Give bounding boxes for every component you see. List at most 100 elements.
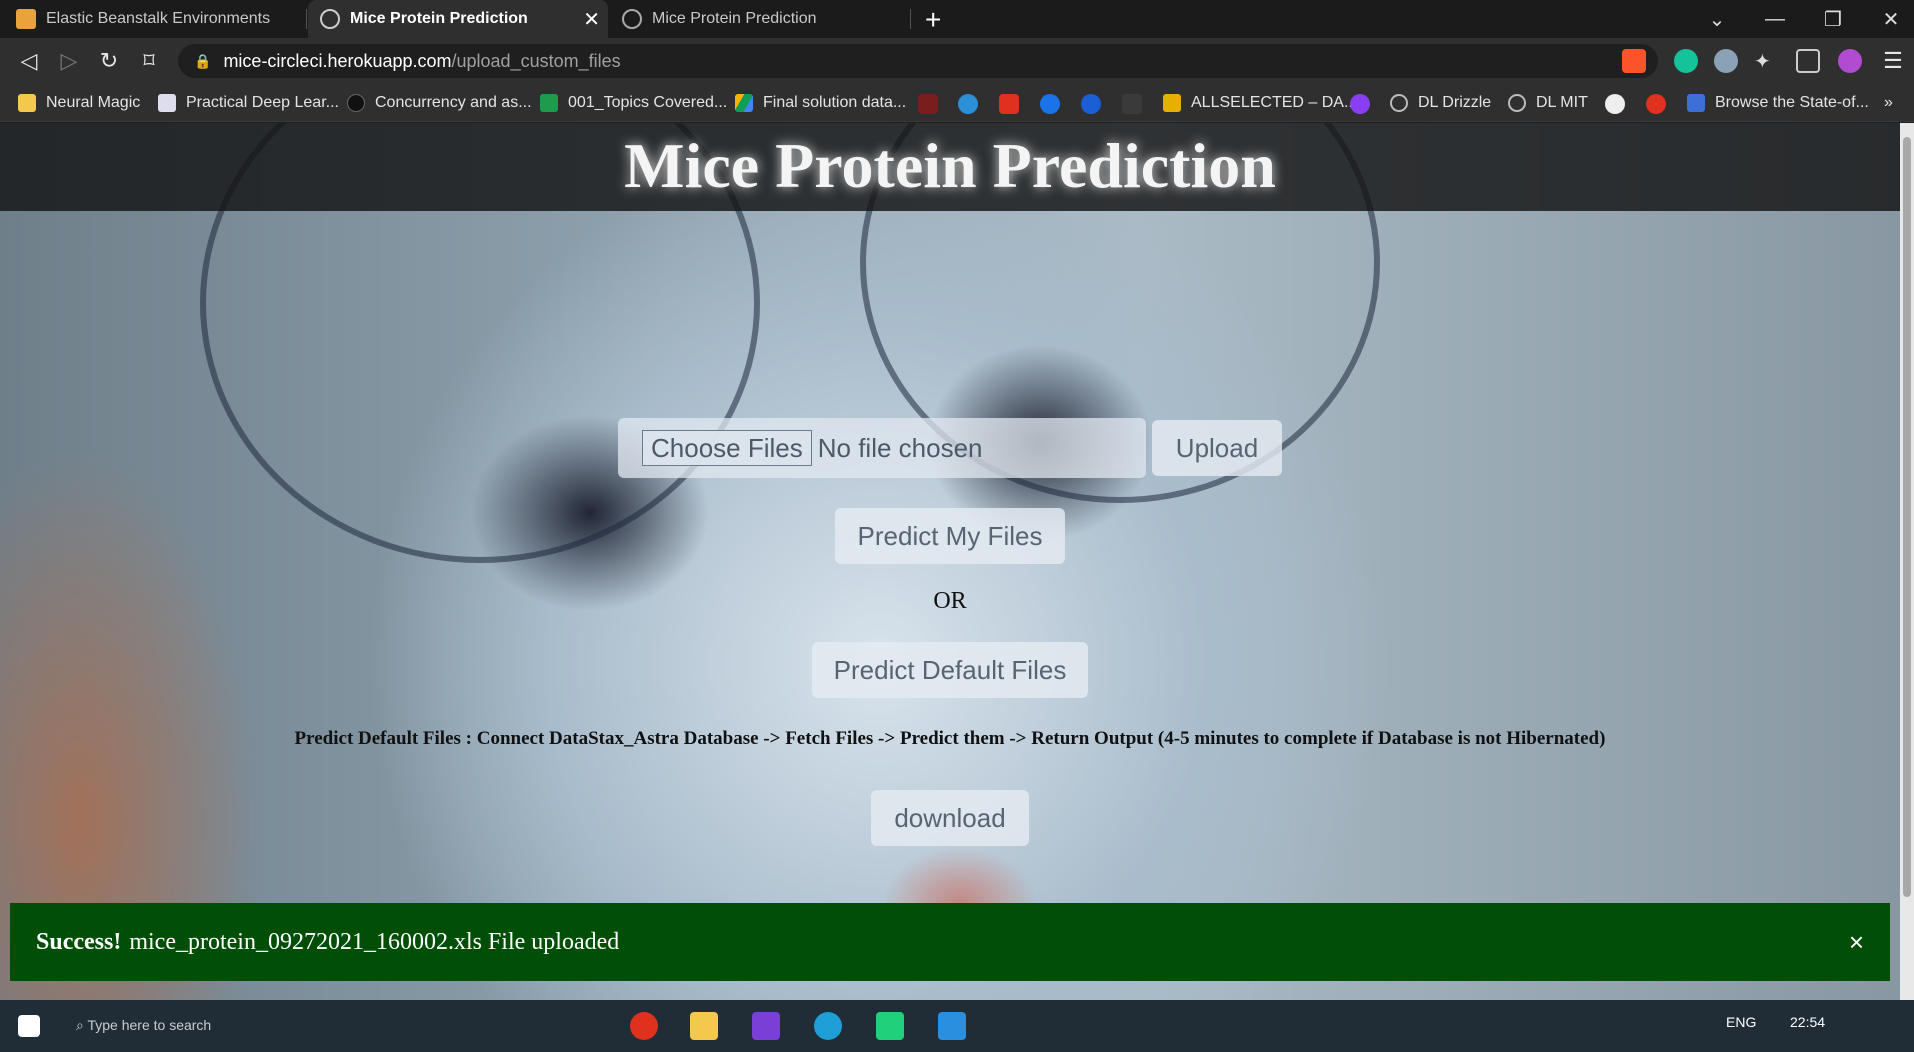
back-arrow-icon[interactable]: ◁ <box>16 48 42 74</box>
file-explorer-icon[interactable] <box>690 1012 718 1040</box>
s-icon[interactable] <box>1040 94 1060 114</box>
grammarly-icon[interactable] <box>1674 49 1698 73</box>
window-close-icon[interactable]: ✕ <box>1866 0 1914 38</box>
windows-taskbar: ⌕ Type here to search ENG 22:54 <box>0 1000 1914 1052</box>
predict-default-files-button[interactable]: Predict Default Files <box>812 642 1088 698</box>
pdf-icon[interactable] <box>918 94 938 114</box>
extension-icon[interactable] <box>1714 49 1738 73</box>
minimize-icon[interactable]: — <box>1750 0 1800 38</box>
or-separator: OR <box>933 588 967 614</box>
page-icon <box>158 94 176 112</box>
menu-icon[interactable]: ☰ <box>1880 48 1906 74</box>
c-icon[interactable] <box>999 94 1019 114</box>
bookmark-dl-drizzle[interactable]: DL Drizzle <box>1390 84 1491 122</box>
edx-icon[interactable] <box>1122 94 1142 114</box>
predict-default-description: Predict Default Files : Connect DataStax… <box>294 728 1606 749</box>
tab-search-chevron-icon[interactable]: ⌄ <box>1692 0 1742 38</box>
globe-icon[interactable] <box>958 94 978 114</box>
vscode-icon[interactable] <box>938 1012 966 1040</box>
tab-elastic-beanstalk[interactable]: Elastic Beanstalk Environments <box>4 0 304 38</box>
page-scrollbar[interactable] <box>1900 123 1914 1000</box>
bookmark-browse-state-of-art[interactable]: Browse the State-of... <box>1687 84 1869 122</box>
bookmark-label: ALLSELECTED – DA... <box>1191 94 1358 111</box>
bookmark-label: Final solution data... <box>763 94 907 111</box>
lock-icon: 🔒 <box>194 52 212 69</box>
tab-mice-protein-2[interactable]: Mice Protein Prediction <box>610 0 910 38</box>
upload-button[interactable]: Upload <box>1152 420 1282 476</box>
choose-files-button[interactable]: Choose Files <box>642 430 812 466</box>
bookmark-icon[interactable]: ⌑ <box>136 48 162 74</box>
bookmark-label: DL MIT <box>1536 94 1588 111</box>
browser-toolbar: ◁ ▷ ↻ ⌑ 🔒 mice-circleci.herokuapp.com/up… <box>0 38 1914 84</box>
circle-icon <box>347 94 365 112</box>
page-title: Mice Protein Prediction <box>624 130 1276 201</box>
box-icon <box>16 9 36 29</box>
brave-taskbar-icon[interactable] <box>630 1012 658 1040</box>
scrollbar-thumb[interactable] <box>1903 137 1911 897</box>
taskbar-search-placeholder: Type here to search <box>87 1017 212 1033</box>
tab-label: Mice Protein Prediction <box>652 10 817 27</box>
chart-icon <box>1687 94 1705 112</box>
edge-icon[interactable] <box>814 1012 842 1040</box>
bookmark-label: DL Drizzle <box>1418 94 1492 111</box>
globe-icon <box>1508 94 1526 112</box>
tab-label: Mice Protein Prediction <box>350 10 528 27</box>
download-button[interactable]: download <box>871 790 1029 846</box>
drive-icon <box>735 94 753 112</box>
language-indicator[interactable]: ENG <box>1726 1014 1756 1030</box>
wallet-icon[interactable] <box>1796 49 1820 73</box>
alert-message: mice_protein_09272021_160002.xls File up… <box>129 928 620 955</box>
bars-icon <box>1163 94 1181 112</box>
alert-close-icon[interactable]: × <box>1849 927 1864 958</box>
bookmarks-overflow-chevron-icon[interactable]: » <box>1884 84 1893 122</box>
tab-strip: Elastic Beanstalk Environments Mice Prot… <box>0 0 1914 38</box>
taskbar-search[interactable]: ⌕ Type here to search <box>76 1017 211 1034</box>
windows-start-icon[interactable] <box>18 1015 40 1037</box>
coursera-icon[interactable] <box>1081 94 1101 114</box>
url-path: /upload_custom_files <box>451 50 621 71</box>
bookmark-dl-mit[interactable]: DL MIT <box>1508 84 1588 122</box>
file-status-text: No file chosen <box>817 432 983 463</box>
brave-shield-icon[interactable] <box>1622 49 1646 73</box>
globe-icon <box>1390 94 1408 112</box>
bookmark-label: 001_Topics Covered... <box>568 94 728 111</box>
plus-icon <box>540 94 558 112</box>
pycharm-icon[interactable] <box>876 1012 904 1040</box>
clock-time[interactable]: 22:54 <box>1790 1014 1825 1030</box>
bookmark-label: Practical Deep Lear... <box>186 94 339 111</box>
tab-mice-protein-active[interactable]: Mice Protein Prediction ✕ <box>308 0 608 38</box>
address-bar[interactable]: 🔒 mice-circleci.herokuapp.com/upload_cus… <box>178 44 1658 78</box>
avatar[interactable] <box>1838 49 1862 73</box>
folder-icon <box>18 94 36 112</box>
bookmark-allselected[interactable]: ALLSELECTED – DA... <box>1163 84 1357 122</box>
close-icon[interactable]: ✕ <box>583 7 600 32</box>
bookmarks-overflow-label: » <box>1884 94 1893 111</box>
tab-divider <box>306 9 307 29</box>
predict-my-files-button[interactable]: Predict My Files <box>835 508 1065 564</box>
forward-arrow-icon[interactable]: ▷ <box>56 48 82 74</box>
bookmark-concurrency[interactable]: Concurrency and as... <box>347 84 532 122</box>
settings-gear-icon[interactable] <box>1646 94 1666 114</box>
bookmark-neural-magic[interactable]: Neural Magic <box>18 84 140 122</box>
bookmark-practical-deep-learning[interactable]: Practical Deep Lear... <box>158 84 339 122</box>
bookmark-label: Browse the State-of... <box>1715 94 1869 111</box>
alert-strong: Success! <box>36 928 122 955</box>
bookmark-label: Neural Magic <box>46 94 141 111</box>
tab-divider <box>910 9 911 29</box>
success-alert: Success! mice_protein_09272021_160002.xl… <box>10 903 1890 981</box>
bookmark-final-solution[interactable]: Final solution data... <box>735 84 906 122</box>
bookmarks-bar: Neural Magic Practical Deep Lear... Conc… <box>0 84 1914 122</box>
new-tab-plus-icon[interactable]: + <box>925 4 941 36</box>
tab-label: Elastic Beanstalk Environments <box>46 10 271 27</box>
shield-icon[interactable] <box>1350 94 1370 114</box>
reload-icon[interactable]: ↻ <box>96 48 122 74</box>
globe-icon <box>622 9 642 29</box>
restore-icon[interactable]: ❐ <box>1808 0 1858 38</box>
onenote-icon[interactable] <box>752 1012 780 1040</box>
puzzle-icon[interactable]: ✦ <box>1754 49 1778 73</box>
github-icon[interactable] <box>1605 94 1625 114</box>
page-content: Mice Protein Prediction Choose Files No … <box>0 123 1900 1000</box>
bookmark-topics-covered[interactable]: 001_Topics Covered... <box>540 84 727 122</box>
file-input[interactable]: Choose Files No file chosen <box>618 418 1146 478</box>
globe-icon <box>320 9 340 29</box>
